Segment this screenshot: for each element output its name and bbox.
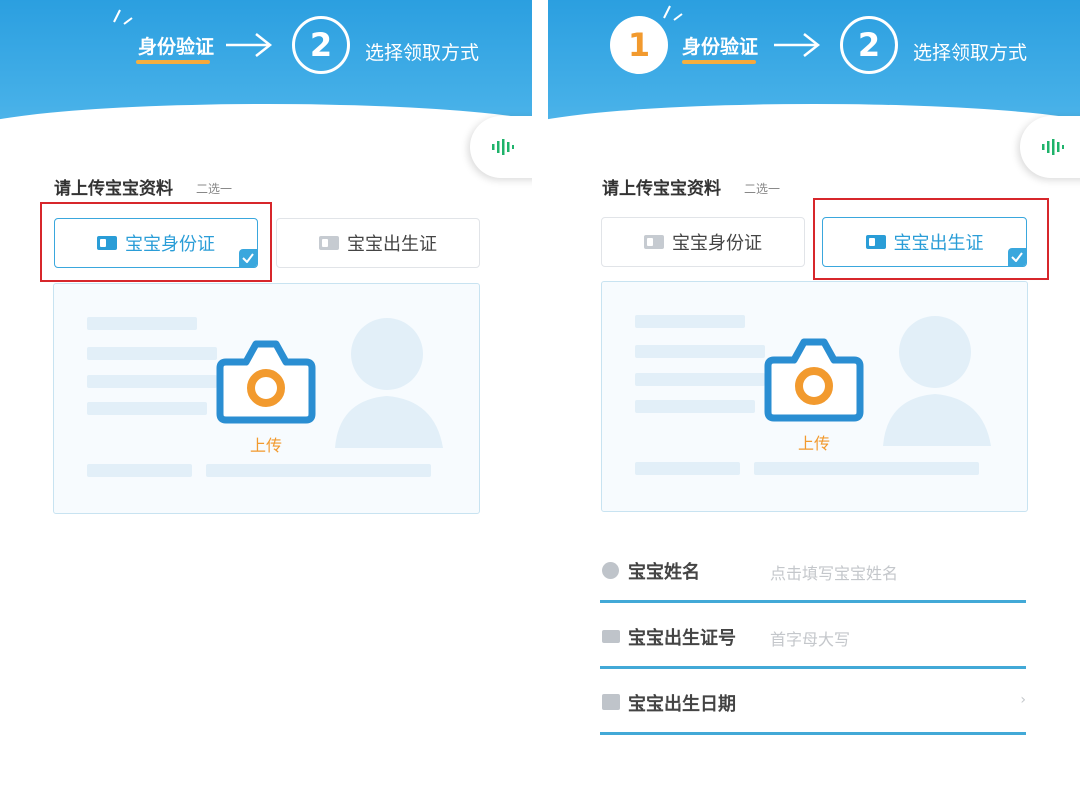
- step1-label: 身份验证: [682, 36, 759, 58]
- step2-circle: 2: [840, 16, 898, 74]
- section-hint: 二选一: [744, 182, 781, 196]
- id-card-icon: [602, 630, 620, 643]
- left-screenshot: 身份验证 2 选择领取方式 请上传宝宝资料 二选一 宝宝身份证 宝宝出生证 上传: [0, 0, 532, 809]
- upload-label: 上传: [797, 434, 830, 453]
- sparkle-icon: [113, 9, 133, 25]
- voice-wave-icon: [492, 139, 514, 155]
- step1-underline: [136, 60, 210, 64]
- step1-circle: 1: [610, 16, 668, 74]
- certificate-icon: [319, 236, 339, 250]
- upload-label: 上传: [249, 436, 282, 455]
- section-title: 请上传宝宝资料: [54, 179, 173, 199]
- step2-label: 选择领取方式: [913, 42, 1028, 64]
- user-icon: [602, 562, 619, 579]
- camera-icon: [216, 340, 316, 424]
- option-label: 宝宝身份证: [672, 233, 762, 254]
- chevron-right-icon: ›: [1020, 692, 1026, 708]
- sparkle-icon: [663, 5, 683, 21]
- arrow-right-icon: [226, 33, 273, 57]
- highlight-box: [813, 198, 1049, 280]
- section-hint: 二选一: [196, 182, 233, 196]
- upload-area[interactable]: 上传: [53, 283, 480, 514]
- option-baby-id-card[interactable]: 宝宝身份证: [601, 217, 805, 267]
- portrait-placeholder-icon: [883, 316, 991, 446]
- right-screenshot: 1 身份验证 2 选择领取方式 请上传宝宝资料 二选一 宝宝身份证 宝宝出生证: [548, 0, 1080, 809]
- step1-label: 身份验证: [138, 36, 215, 58]
- arrow-right-icon: [774, 33, 821, 57]
- id-card-icon: [644, 235, 664, 249]
- baby-name-placeholder: 点击填写宝宝姓名: [770, 564, 899, 583]
- birth-date-label: 宝宝出生日期: [628, 694, 736, 715]
- voice-wave-icon: [1042, 139, 1064, 155]
- birth-date-field[interactable]: 宝宝出生日期 ›: [600, 666, 1026, 735]
- camera-icon: [764, 338, 864, 422]
- birth-cert-number-placeholder: 首字母大写: [770, 630, 851, 649]
- step1-underline: [682, 60, 756, 64]
- section-title: 请上传宝宝资料: [602, 179, 721, 199]
- upload-area[interactable]: 上传: [601, 281, 1028, 512]
- voice-button[interactable]: [470, 116, 532, 178]
- calendar-icon: [602, 694, 620, 710]
- highlight-box: [40, 202, 272, 282]
- baby-name-label: 宝宝姓名: [628, 562, 700, 583]
- baby-name-field[interactable]: 宝宝姓名 点击填写宝宝姓名: [600, 534, 1026, 603]
- option-label: 宝宝出生证: [347, 234, 437, 255]
- birth-cert-number-field[interactable]: 宝宝出生证号 首字母大写: [600, 600, 1026, 669]
- voice-button[interactable]: [1020, 116, 1080, 178]
- portrait-placeholder-icon: [335, 318, 443, 448]
- step2-circle: 2: [292, 16, 350, 74]
- step2-label: 选择领取方式: [365, 42, 480, 64]
- option-birth-certificate[interactable]: 宝宝出生证: [276, 218, 480, 268]
- birth-cert-number-label: 宝宝出生证号: [628, 628, 736, 649]
